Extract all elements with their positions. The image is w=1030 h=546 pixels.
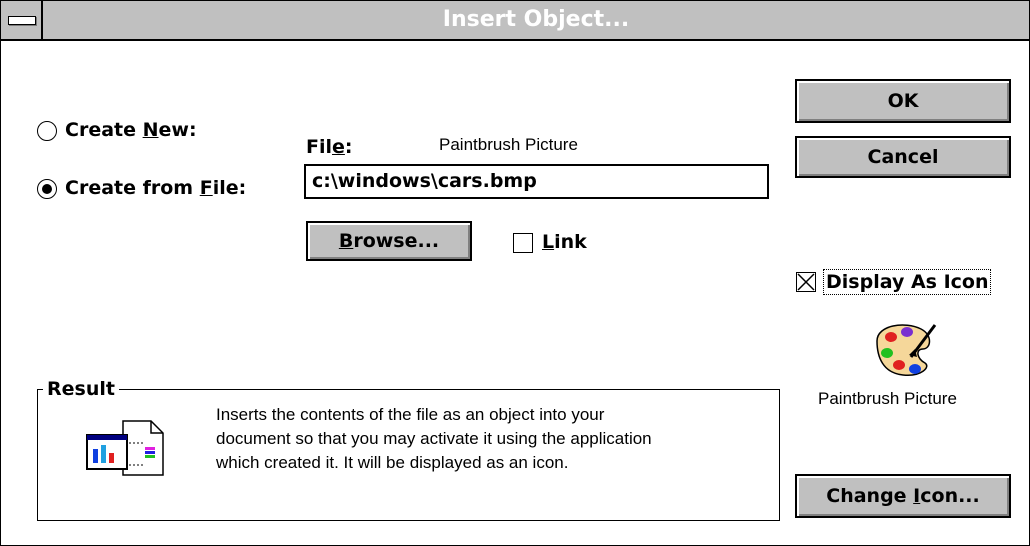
file-path-input[interactable]: c:\windows\cars.bmp	[304, 164, 769, 199]
display-as-icon-checkbox[interactable]	[796, 272, 816, 292]
result-embed-icon	[86, 420, 164, 476]
system-menu-button[interactable]	[1, 1, 43, 39]
link-checkbox[interactable]	[513, 233, 533, 253]
create-new-radio[interactable]	[37, 121, 57, 141]
display-as-icon-label[interactable]: Display As Icon	[823, 269, 992, 295]
checkbox-check-mark-icon	[797, 273, 815, 291]
result-title: Result	[43, 378, 119, 400]
create-from-file-label[interactable]: Create from File:	[65, 177, 246, 199]
file-label: File:	[306, 136, 353, 158]
cancel-button[interactable]: Cancel	[795, 136, 1011, 178]
title-bar: Insert Object...	[1, 1, 1029, 41]
insert-object-dialog: Insert Object... Create New: Create from…	[0, 0, 1030, 546]
change-icon-button[interactable]: Change Icon...	[795, 474, 1011, 518]
system-menu-icon	[8, 16, 36, 25]
radio-selected-dot	[42, 184, 52, 194]
result-text-line-1: Inserts the contents of the file as an o…	[216, 405, 605, 424]
icon-caption: Paintbrush Picture	[818, 389, 957, 408]
ok-button[interactable]: OK	[795, 79, 1011, 123]
paintbrush-palette-icon[interactable]	[869, 319, 943, 379]
window-title: Insert Object...	[442, 7, 630, 32]
result-text-line-2: document so that you may activate it usi…	[216, 429, 652, 448]
create-new-label[interactable]: Create New:	[65, 119, 197, 141]
link-label[interactable]: Link	[542, 231, 587, 253]
browse-button[interactable]: Browse...	[306, 221, 472, 261]
file-type-text: Paintbrush Picture	[439, 135, 578, 154]
create-from-file-radio[interactable]	[37, 179, 57, 199]
result-text-line-3: which created it. It will be displayed a…	[216, 453, 569, 472]
